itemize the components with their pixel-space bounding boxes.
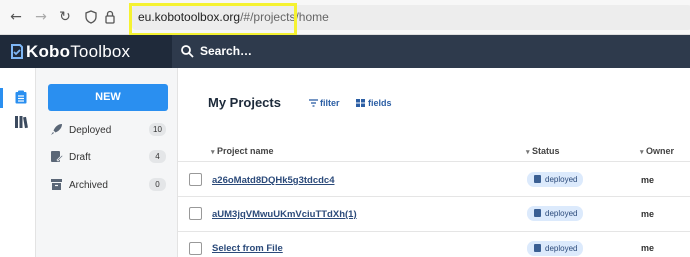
row-checkbox[interactable] xyxy=(189,173,202,186)
owner-cell: me xyxy=(641,175,655,185)
column-header-status[interactable]: ▾ Status xyxy=(526,146,560,156)
search-input[interactable]: Search… xyxy=(200,44,252,58)
projects-icon[interactable] xyxy=(14,90,28,104)
owner-cell: me xyxy=(641,243,655,253)
back-icon[interactable]: ← xyxy=(8,9,24,25)
lock-icon[interactable] xyxy=(104,10,116,24)
shield-icon[interactable] xyxy=(85,10,97,24)
row-divider xyxy=(178,231,690,232)
count-badge: 0 xyxy=(149,178,166,191)
sidebar-item-label: Deployed xyxy=(69,125,112,136)
logo-toolbox: Toolbox xyxy=(70,42,131,61)
column-header-owner[interactable]: ▾ Owner xyxy=(640,146,674,156)
project-name-link[interactable]: a26oMatd8DQHk5g3tdcdc4 xyxy=(212,175,334,186)
fields-icon xyxy=(356,99,365,107)
logo[interactable]: KoboToolbox xyxy=(26,42,130,62)
project-name-link[interactable]: aUM3jqVMwuUKmVciuTTdXh(1) xyxy=(212,209,357,220)
archive-icon xyxy=(51,179,62,190)
status-label: deployed xyxy=(545,175,578,184)
page-title: My Projects xyxy=(208,95,281,110)
library-icon[interactable] xyxy=(14,115,28,129)
status-label: deployed xyxy=(545,244,578,253)
sort-caret-icon: ▾ xyxy=(211,149,215,156)
sidebar-item-label: Archived xyxy=(69,180,108,191)
fields-label: fields xyxy=(368,98,392,108)
row-divider xyxy=(178,161,690,162)
sort-caret-icon: ▾ xyxy=(526,149,530,156)
pencil-icon xyxy=(51,151,63,162)
deployed-icon xyxy=(534,244,541,252)
row-divider xyxy=(178,196,690,197)
active-rail-indicator xyxy=(0,88,3,108)
rocket-icon xyxy=(51,124,62,135)
filter-icon xyxy=(309,99,318,107)
column-header-label: Owner xyxy=(646,146,675,156)
filter-label: filter xyxy=(320,98,340,108)
search-icon xyxy=(181,45,194,58)
forward-icon[interactable]: → xyxy=(33,9,49,25)
status-badge: deployed xyxy=(527,241,583,256)
status-badge: deployed xyxy=(527,206,583,221)
sidebar-item-label: Draft xyxy=(69,152,91,163)
count-badge: 10 xyxy=(149,123,166,136)
url-highlight-annotation xyxy=(129,3,297,36)
column-header-label: Project name xyxy=(217,146,274,156)
deployed-icon xyxy=(534,209,541,217)
project-name-link[interactable]: Select from File xyxy=(212,243,283,254)
column-header-project-name[interactable]: ▾ Project name xyxy=(211,146,274,156)
row-checkbox[interactable] xyxy=(189,207,202,220)
kobo-logo-icon[interactable] xyxy=(9,44,23,59)
sort-caret-icon: ▾ xyxy=(640,149,644,156)
count-badge: 4 xyxy=(149,150,166,163)
new-project-button[interactable]: NEW xyxy=(48,84,168,111)
row-checkbox[interactable] xyxy=(189,242,202,255)
deployed-icon xyxy=(534,175,541,183)
column-header-label: Status xyxy=(532,146,560,156)
status-badge: deployed xyxy=(527,172,583,187)
reload-icon[interactable]: ↻ xyxy=(57,9,73,25)
logo-kobo: Kobo xyxy=(26,42,71,61)
status-label: deployed xyxy=(545,209,578,218)
owner-cell: me xyxy=(641,209,655,219)
